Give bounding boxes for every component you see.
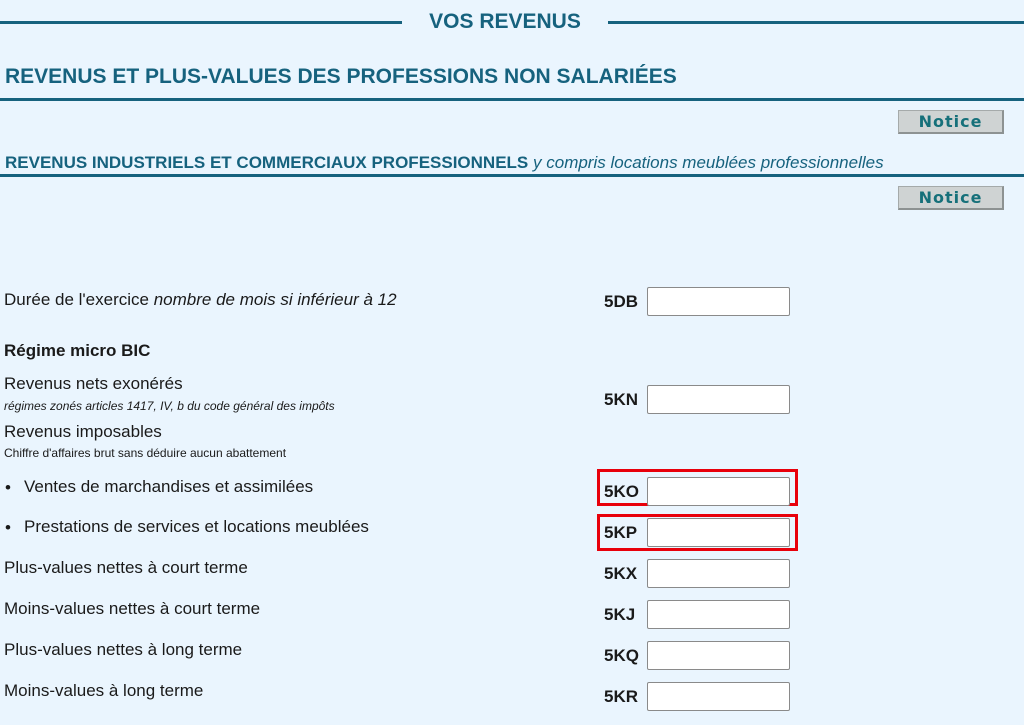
code-5kj: 5KJ (604, 605, 636, 624)
notice-button-ric[interactable]: Notice (898, 186, 1004, 210)
ventes-label: Ventes de marchandises et assimilées (24, 477, 314, 496)
section-title: VOS REVENUS (429, 10, 581, 33)
subsection-title: REVENUS ET PLUS-VALUES DES PROFESSIONS N… (5, 65, 677, 88)
mv-court-label: Moins-values nettes à court terme (4, 599, 261, 618)
field-5kq[interactable] (647, 641, 790, 670)
pv-court-label: Plus-values nettes à court terme (4, 558, 248, 577)
field-5kr[interactable] (647, 682, 790, 711)
code-5kn: 5KN (604, 390, 639, 409)
code-5kr: 5KR (604, 687, 639, 706)
code-5kq: 5KQ (604, 646, 639, 665)
code-5db: 5DB (604, 292, 639, 311)
subsection-divider (0, 98, 1024, 101)
ric-section-title: REVENUS INDUSTRIELS ET COMMERCIAUX PROFE… (5, 153, 884, 173)
revenus-imposables-note: Chiffre d'affaires brut sans déduire auc… (4, 446, 287, 460)
revenus-exoneres-note: régimes zonés articles 1417, IV, b du co… (4, 399, 335, 413)
duree-label-note: nombre de mois si inférieur à 12 (153, 290, 397, 309)
bullet-icon: • (5, 518, 11, 537)
bullet-icon: • (5, 478, 11, 497)
duree-label-text: Durée de l'exercice (4, 290, 149, 309)
prestations-label: Prestations de services et locations meu… (24, 517, 369, 536)
section-divider-left (0, 21, 402, 24)
code-5ko: 5KO (604, 482, 639, 501)
code-5kp: 5KP (604, 523, 638, 542)
regime-title: Régime micro BIC (4, 341, 151, 360)
ric-title-main: REVENUS INDUSTRIELS ET COMMERCIAUX PROFE… (5, 153, 529, 172)
duree-label: Durée de l'exercice nombre de mois si in… (4, 290, 397, 310)
section-divider-right (608, 21, 1024, 24)
revenus-exoneres-label: Revenus nets exonérés (4, 374, 183, 393)
field-5db[interactable] (647, 287, 790, 316)
field-5kj[interactable] (647, 600, 790, 629)
notice-button[interactable]: Notice (898, 110, 1004, 134)
ric-divider (0, 174, 1024, 177)
ric-title-note: y compris locations meublées professionn… (533, 153, 884, 172)
revenus-imposables-label: Revenus imposables (4, 422, 162, 441)
code-5kx: 5KX (604, 564, 638, 583)
mv-long-label: Moins-values à long terme (4, 681, 204, 700)
field-5kn[interactable] (647, 385, 790, 414)
pv-long-label: Plus-values nettes à long terme (4, 640, 243, 659)
field-5kx[interactable] (647, 559, 790, 588)
field-5kp[interactable] (647, 518, 790, 547)
field-5ko[interactable] (647, 477, 790, 506)
